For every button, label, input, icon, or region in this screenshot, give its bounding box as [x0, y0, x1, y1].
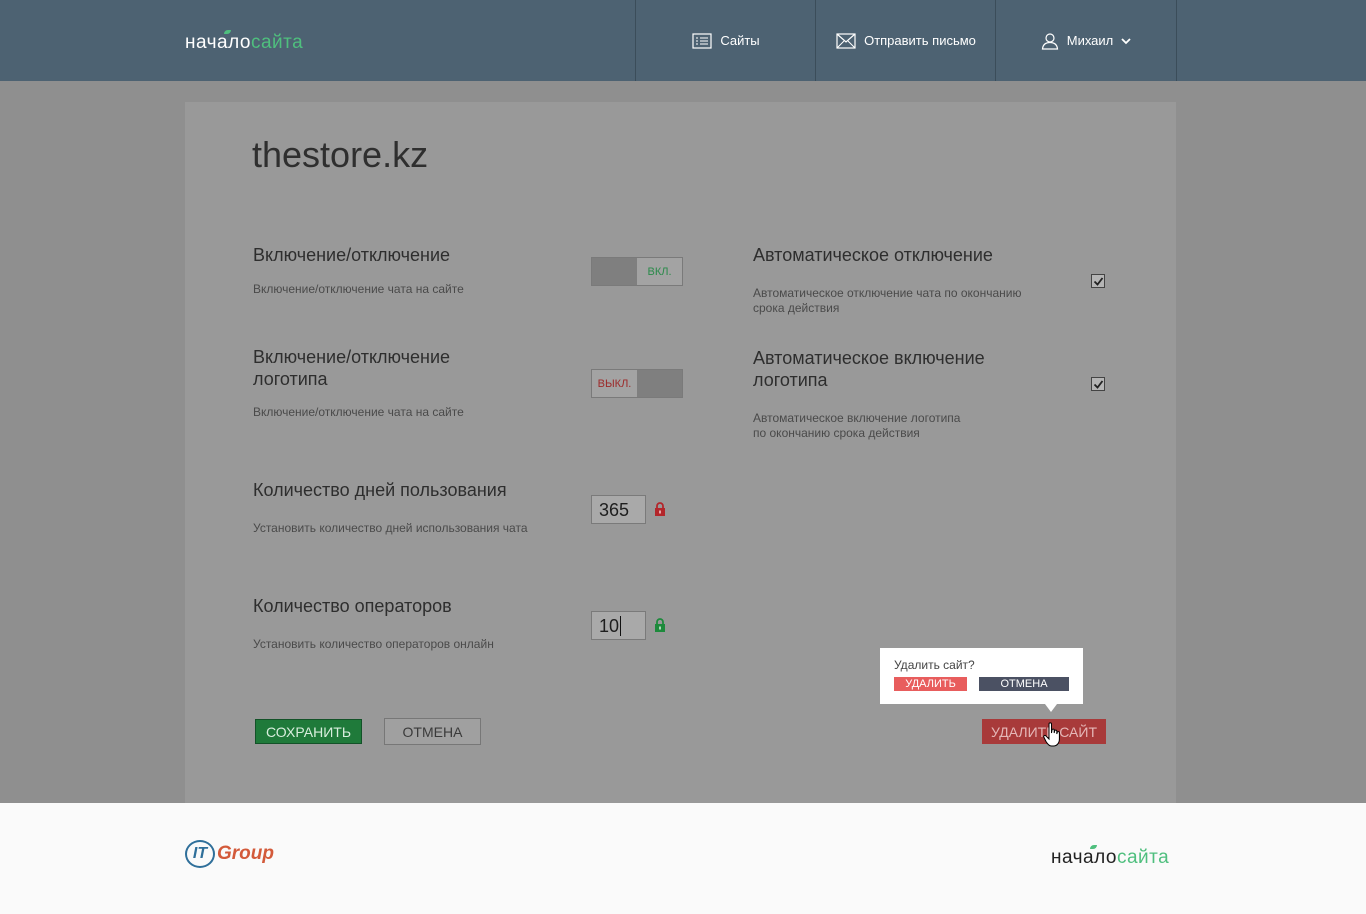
popup-delete-button[interactable]: УДАЛИТЬ — [894, 677, 967, 691]
cancel-button[interactable]: ОТМЕНА — [384, 718, 481, 745]
toggle-state-label: ВЫКЛ. — [592, 370, 637, 397]
top-header: началосайта Сайты Отправить письмо Михаи… — [0, 0, 1366, 81]
operators-label: Количество операторов — [253, 596, 452, 616]
auto-logo-label: Автоматическое включение логотипа — [753, 348, 985, 390]
days-label: Количество дней пользования — [253, 480, 507, 500]
nav-sites[interactable]: Сайты — [635, 0, 816, 81]
it-logo-mark: IT — [185, 840, 215, 868]
popup-question: Удалить сайт? — [894, 658, 975, 672]
days-description: Установить количество дней использования… — [253, 521, 528, 535]
logo-toggle-description: Включение/отключение чата на сайте — [253, 405, 464, 419]
lock-open-icon[interactable] — [654, 618, 666, 637]
chevron-down-icon — [1121, 37, 1131, 45]
logo-text-accent: сайта — [1116, 847, 1170, 868]
list-icon — [692, 32, 712, 49]
auto-off-checkbox[interactable] — [1091, 274, 1105, 288]
enable-toggle[interactable]: ВКЛ. — [591, 257, 683, 286]
nav-user-label: Михаил — [1066, 33, 1114, 48]
operators-input[interactable]: 10 — [591, 611, 646, 640]
auto-logo-description: Автоматическое включение логотипа по око… — [753, 411, 961, 440]
auto-off-description: Автоматическое отключение чата по оконча… — [753, 286, 1022, 315]
checkmark-icon — [1093, 277, 1104, 286]
user-icon — [1041, 32, 1059, 50]
popup-cancel-button[interactable]: ОТМЕНА — [979, 677, 1069, 691]
it-logo-text: Group — [217, 843, 274, 864]
hand-cursor-icon — [1043, 722, 1063, 753]
toggle-knob — [592, 258, 637, 285]
it-group-logo[interactable]: IT Group — [185, 840, 274, 868]
page-title: thestore.kz — [252, 134, 429, 175]
auto-off-label: Автоматическое отключение — [753, 245, 993, 265]
operators-value: 10 — [599, 616, 620, 636]
nav-send-mail[interactable]: Отправить письмо — [815, 0, 996, 81]
brand-logo[interactable]: началосайта — [185, 30, 304, 54]
popup-arrow — [1045, 704, 1057, 712]
logo-toggle-label: Включение/отключение логотипа — [253, 347, 451, 389]
logo-text-accent: сайта — [250, 32, 304, 53]
logo-toggle[interactable]: ВЫКЛ. — [591, 369, 683, 398]
nav-send-mail-label: Отправить письмо — [864, 33, 976, 48]
envelope-icon — [836, 32, 856, 49]
nav-sites-label: Сайты — [720, 33, 760, 48]
enable-label: Включение/отключение — [253, 245, 451, 265]
toggle-knob — [637, 370, 682, 397]
save-button[interactable]: СОХРАНИТЬ — [255, 719, 362, 744]
logo-text-main: начало — [185, 32, 251, 53]
lock-closed-icon[interactable] — [654, 502, 666, 521]
enable-description: Включение/отключение чата на сайте — [253, 282, 464, 296]
footer-brand-logo[interactable]: началосайта — [1051, 845, 1170, 869]
nav-user-menu[interactable]: Михаил — [995, 0, 1177, 81]
toggle-state-label: ВКЛ. — [637, 258, 682, 285]
delete-confirm-popup: Удалить сайт? УДАЛИТЬ ОТМЕНА — [880, 648, 1083, 704]
operators-description: Установить количество операторов онлайн — [253, 637, 494, 651]
checkmark-icon — [1093, 380, 1104, 389]
auto-logo-checkbox[interactable] — [1091, 377, 1105, 391]
days-input[interactable]: 365 — [591, 495, 646, 524]
logo-text-main: начало — [1051, 847, 1117, 868]
